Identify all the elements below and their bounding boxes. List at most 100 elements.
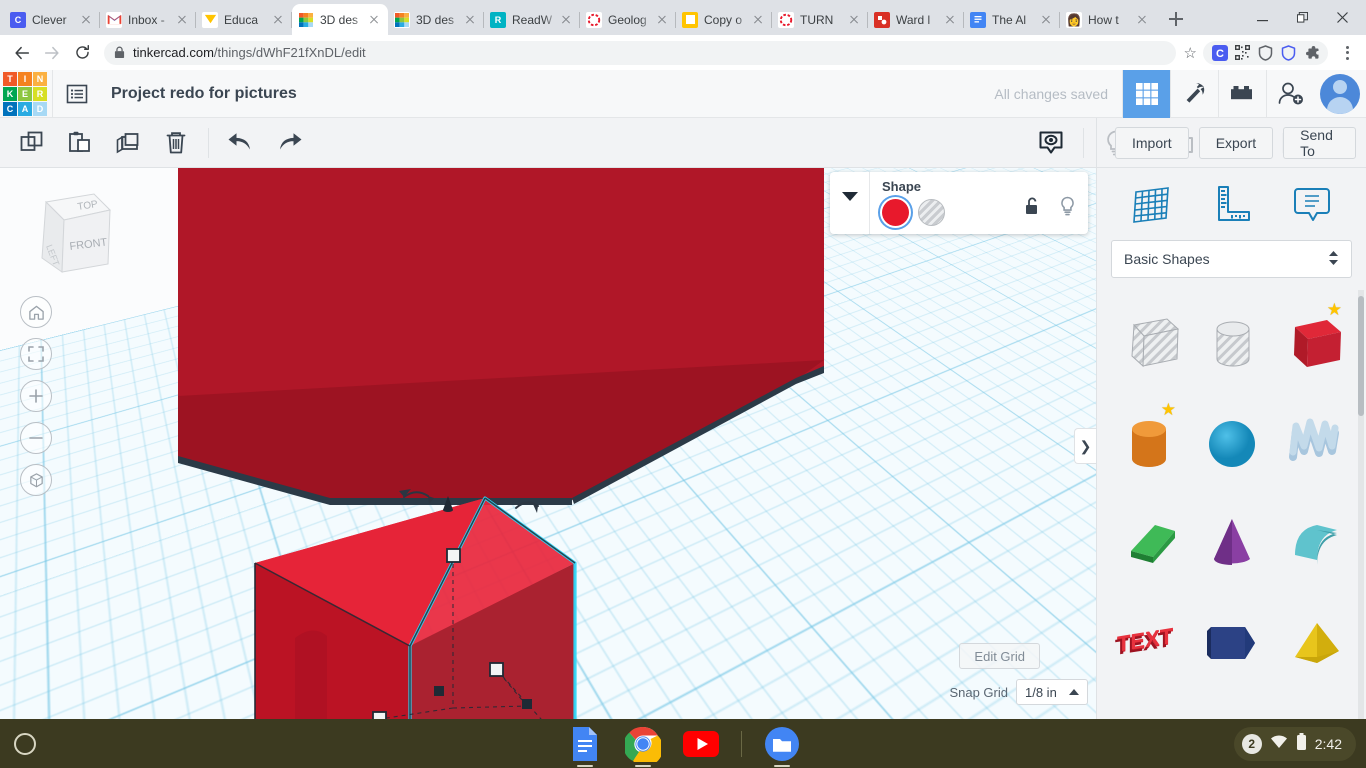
maximize-button[interactable] [1282, 2, 1322, 32]
tab-close-icon[interactable] [654, 12, 670, 28]
tinkercad-logo[interactable]: T I N K E R C A D [3, 71, 47, 116]
shield-icon[interactable] [1257, 44, 1274, 61]
workplane-tool[interactable] [1127, 180, 1175, 228]
export-button[interactable]: Export [1198, 126, 1274, 159]
panel-toggle-button[interactable]: ❯ [1074, 428, 1096, 464]
browser-tab[interactable]: TURN [772, 4, 868, 35]
browser-tab[interactable]: Inbox - [100, 4, 196, 35]
library-scrollbar-thumb[interactable] [1358, 296, 1364, 416]
delete-button[interactable] [152, 118, 200, 168]
shape-item-pyramid[interactable] [1273, 594, 1356, 694]
forward-button[interactable] [38, 39, 66, 67]
shape-item-text[interactable]: TEXT TEXT TEXT [1107, 594, 1190, 694]
browser-tab[interactable]: 3D des [388, 4, 484, 35]
shape-item-hole-box[interactable] [1107, 294, 1190, 394]
ruler-tool[interactable] [1207, 180, 1255, 228]
tab-close-icon[interactable] [270, 12, 286, 28]
invite-people-button[interactable] [1266, 69, 1314, 118]
snap-grid-select[interactable]: 1/8 in [1016, 679, 1088, 705]
qr-code-icon[interactable] [1234, 44, 1251, 61]
shape-item-tube[interactable] [1190, 594, 1273, 694]
copy-button[interactable] [8, 118, 56, 168]
page-title[interactable]: Project redo for pictures [111, 85, 297, 103]
browser-tab[interactable]: The Al [964, 4, 1060, 35]
browser-tab-active[interactable]: 3D des [292, 4, 388, 35]
close-window-button[interactable] [1322, 2, 1362, 32]
bookmark-star-icon[interactable]: ☆ [1184, 44, 1197, 62]
user-avatar[interactable] [1320, 73, 1360, 114]
perspective-toggle-button[interactable] [20, 464, 52, 496]
notification-badge[interactable]: 2 [1241, 734, 1262, 754]
import-button[interactable]: Import [1115, 126, 1189, 159]
lightbulb-icon[interactable] [1059, 196, 1076, 222]
inspector-collapse-button[interactable] [830, 172, 870, 234]
show-hide-button[interactable] [1027, 118, 1075, 168]
zoom-in-button[interactable] [20, 380, 52, 412]
address-bar[interactable]: tinkercad.com/things/dWhF21fXnDL/edit [104, 40, 1176, 65]
note-tool[interactable] [1288, 180, 1336, 228]
solid-swatch[interactable] [882, 199, 909, 226]
shape-item-scribble[interactable] [1273, 394, 1356, 494]
paste-button[interactable] [56, 118, 104, 168]
browser-tab[interactable]: Copy o [676, 4, 772, 35]
new-tab-button[interactable] [1162, 5, 1190, 33]
chrome-menu-button[interactable] [1336, 45, 1358, 60]
system-tray[interactable]: 2 2:42 [1233, 727, 1356, 761]
clever-extension-icon[interactable]: C [1211, 44, 1228, 61]
shield-icon[interactable] [1280, 44, 1297, 61]
chrome-app[interactable] [624, 726, 661, 767]
tab-close-icon[interactable] [750, 12, 766, 28]
send-to-button[interactable]: Send To [1283, 126, 1356, 159]
mode-blocks-button[interactable] [1218, 69, 1266, 118]
shape-item-roof[interactable] [1107, 494, 1190, 594]
browser-tab[interactable]: C Clever [4, 4, 100, 35]
browser-tab[interactable]: Geolog [580, 4, 676, 35]
shape-item-cone[interactable] [1190, 494, 1273, 594]
zoom-out-button[interactable] [20, 422, 52, 454]
tab-close-icon[interactable] [1038, 12, 1054, 28]
files-app[interactable] [764, 726, 800, 767]
shape-item-sphere[interactable] [1190, 394, 1273, 494]
duplicate-button[interactable] [104, 118, 152, 168]
shape-item-box[interactable]: ★ [1273, 294, 1356, 394]
tab-close-icon[interactable] [558, 12, 574, 28]
shape-item-cylinder[interactable]: ★ [1107, 394, 1190, 494]
project-list-button[interactable] [53, 70, 101, 118]
shape-category-select[interactable]: Basic Shapes [1111, 240, 1352, 278]
puzzle-icon[interactable] [1303, 44, 1320, 61]
tab-close-icon[interactable] [78, 12, 94, 28]
shape-inspector-panel[interactable]: Shape [830, 172, 1088, 234]
tab-close-icon[interactable] [174, 12, 190, 28]
minimize-button[interactable] [1242, 2, 1282, 32]
tab-close-icon[interactable] [846, 12, 862, 28]
youtube-app[interactable] [682, 726, 719, 762]
battery-icon[interactable] [1296, 732, 1307, 756]
fit-to-view-button[interactable] [20, 338, 52, 370]
browser-tab[interactable]: Ward l [868, 4, 964, 35]
google-docs-app[interactable] [567, 726, 603, 767]
model-geometry[interactable] [0, 168, 1096, 719]
mode-3d-design-button[interactable] [1122, 69, 1170, 118]
view-cube[interactable]: TOP LEFT FRONT [16, 184, 121, 289]
edit-grid-button[interactable]: Edit Grid [959, 643, 1040, 669]
browser-tab[interactable]: R ReadW [484, 4, 580, 35]
hole-swatch[interactable] [918, 199, 945, 226]
mode-minecraft-button[interactable] [1170, 69, 1218, 118]
reload-button[interactable] [68, 39, 96, 67]
unlock-icon[interactable] [1024, 196, 1041, 222]
browser-tab[interactable]: Educa [196, 4, 292, 35]
shape-item-round-roof[interactable] [1273, 494, 1356, 594]
browser-tab[interactable]: 👩 How t [1060, 4, 1156, 35]
launcher-button[interactable] [14, 733, 36, 755]
tab-close-icon[interactable] [1134, 12, 1150, 28]
clock[interactable]: 2:42 [1315, 736, 1342, 752]
home-view-button[interactable] [20, 296, 52, 328]
back-button[interactable] [8, 39, 36, 67]
redo-button[interactable] [265, 118, 313, 168]
tab-close-icon[interactable] [942, 12, 958, 28]
shape-item-hole-cylinder[interactable] [1190, 294, 1273, 394]
wifi-icon[interactable] [1270, 734, 1288, 754]
undo-button[interactable] [217, 118, 265, 168]
tab-close-icon[interactable] [366, 12, 382, 28]
tab-close-icon[interactable] [462, 12, 478, 28]
